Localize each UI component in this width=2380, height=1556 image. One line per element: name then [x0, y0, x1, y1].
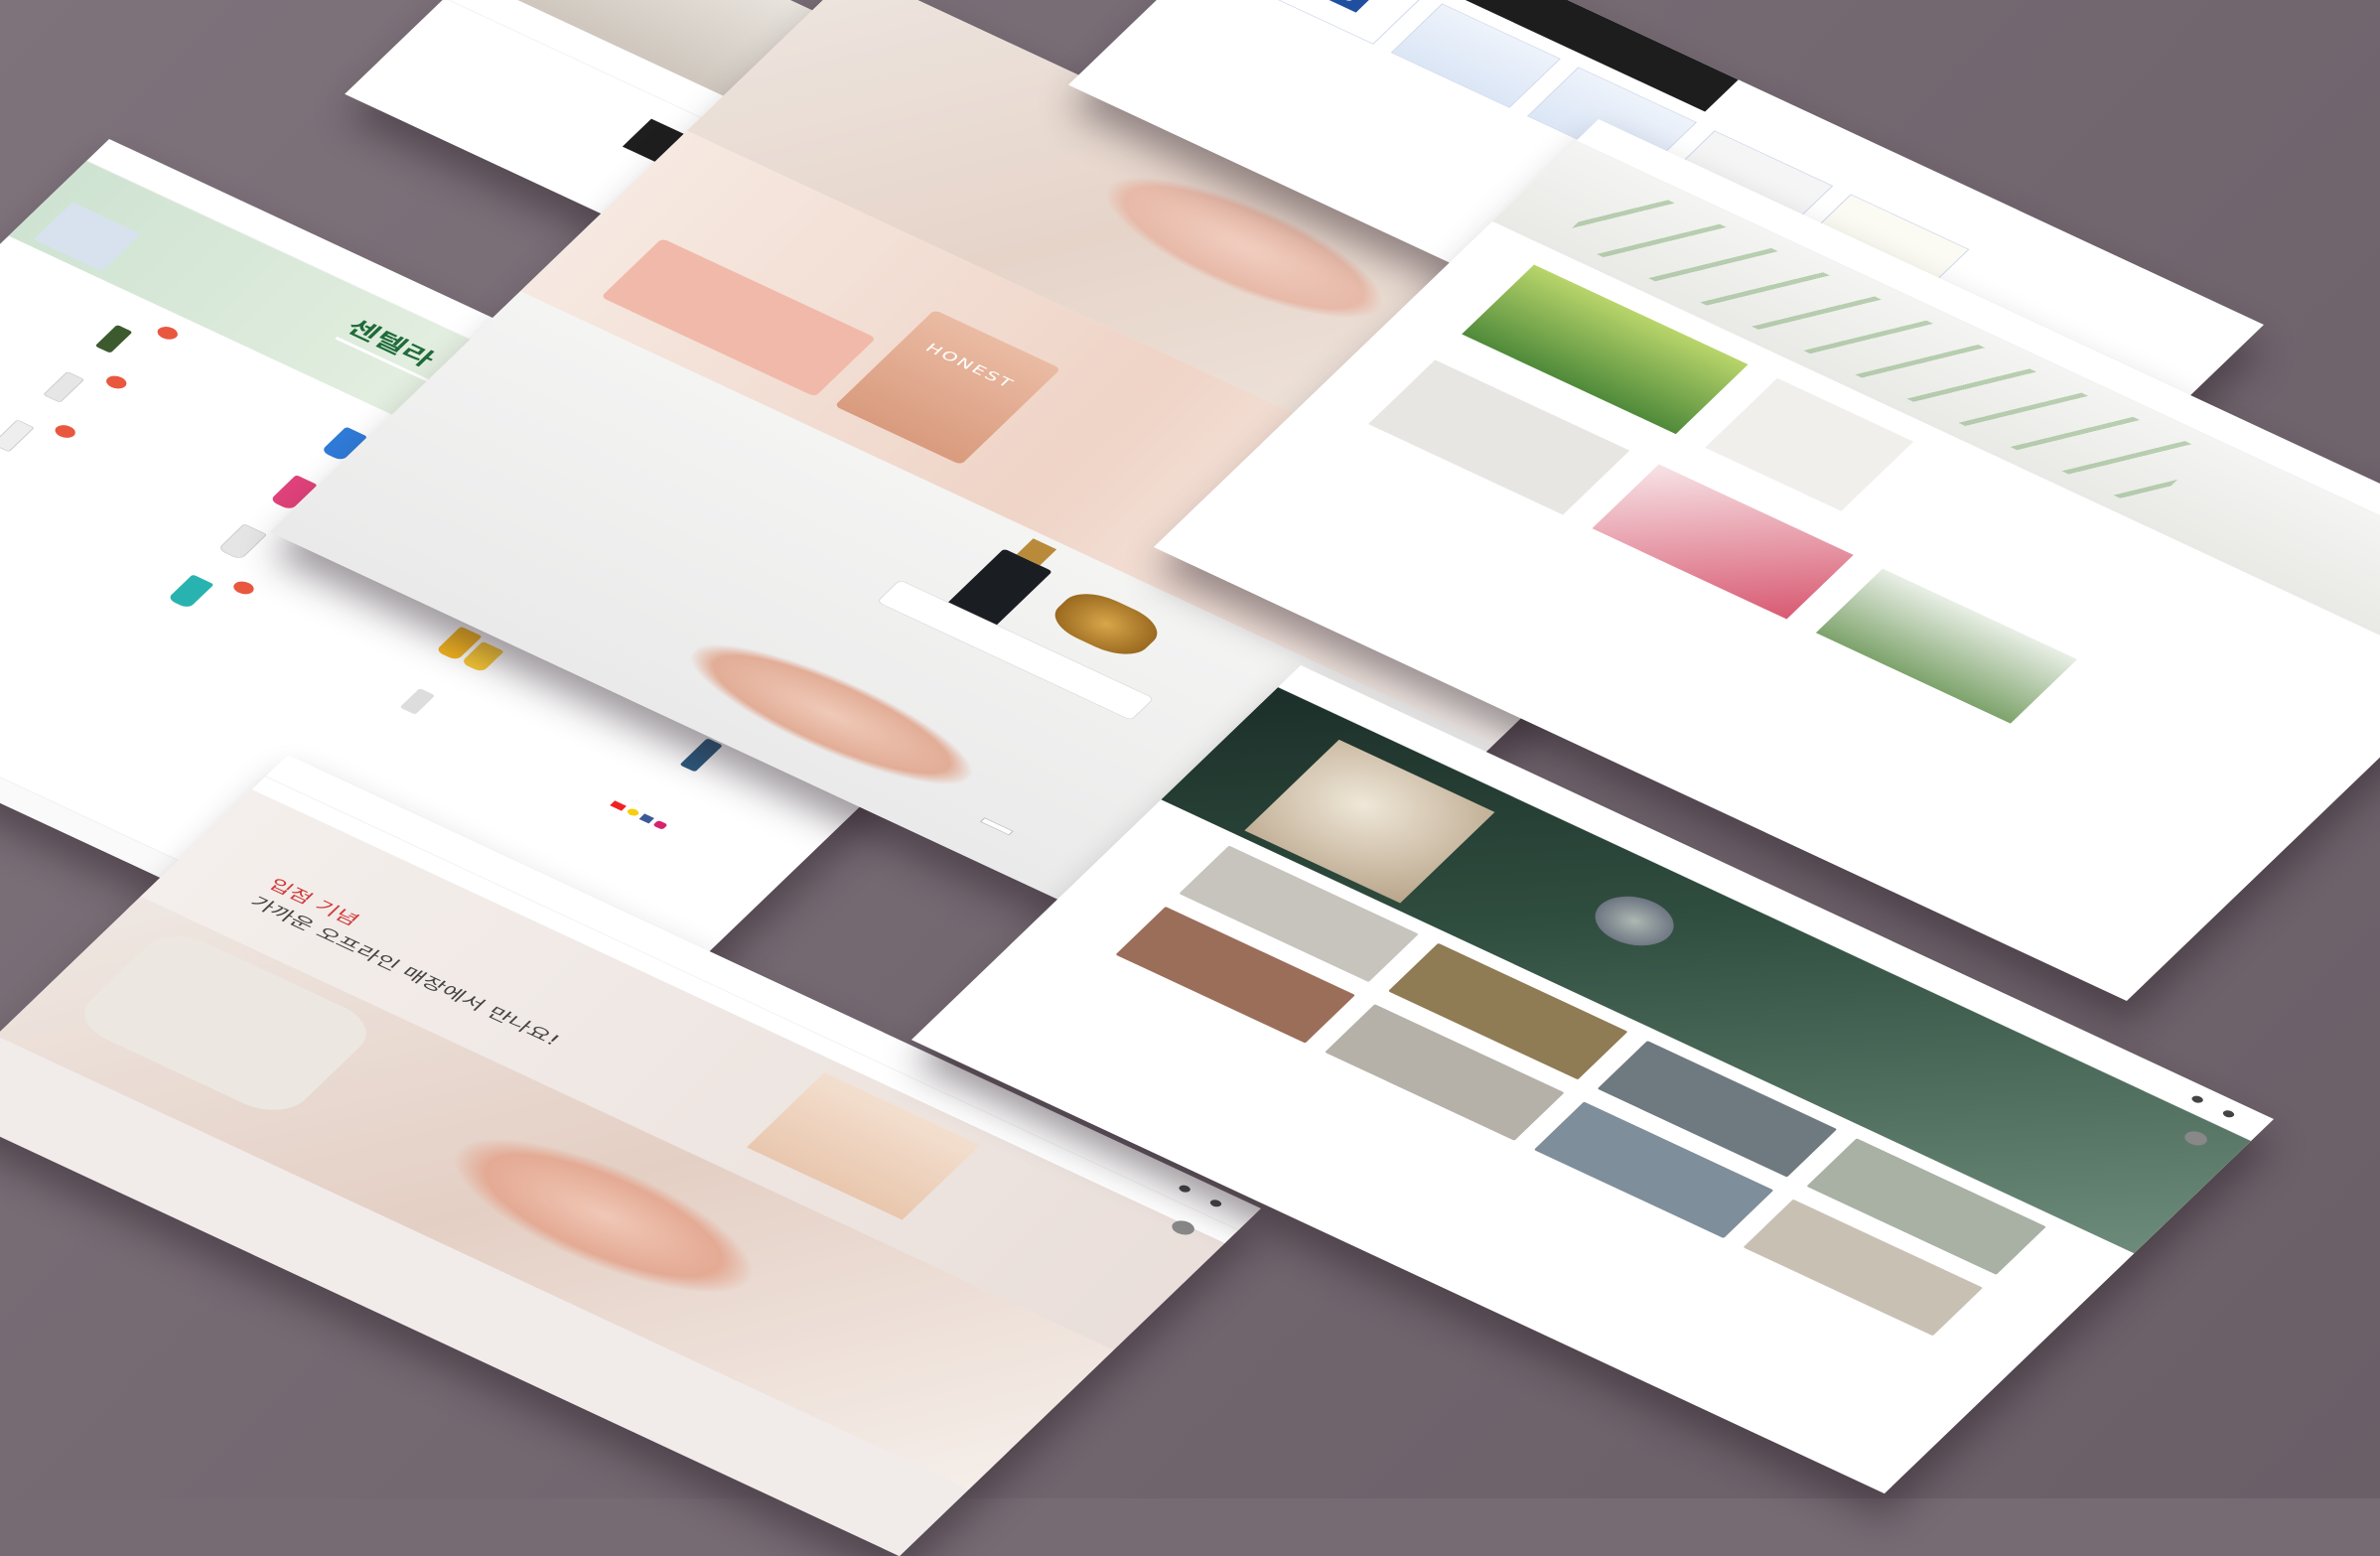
- instagram-icon[interactable]: [652, 819, 668, 830]
- iso-certificate[interactable]: ISO: [1254, 0, 1425, 45]
- gold-ornament: [1043, 585, 1170, 663]
- more-button[interactable]: [979, 817, 1014, 836]
- mockup-scene: 센텔라 에센셜 HONEST 입점 기념 가까운 오프라인 매장에서 만나요!: [0, 0, 2380, 1556]
- iso-logo: ISO: [1306, 0, 1373, 13]
- banner-thumb-left: [33, 202, 141, 272]
- sale-badge: [52, 422, 80, 441]
- search-icon[interactable]: [2189, 1094, 2205, 1105]
- kakao-icon[interactable]: [626, 807, 641, 818]
- sale-badge: [229, 578, 258, 597]
- cart-icon[interactable]: [2220, 1108, 2237, 1119]
- search-icon[interactable]: [1177, 1184, 1192, 1195]
- bubble-image: [1581, 886, 1689, 956]
- sale-badge: [154, 324, 183, 343]
- facebook-icon[interactable]: [638, 813, 655, 824]
- honest-bottle: HONEST: [834, 309, 1061, 466]
- cart-icon[interactable]: [1207, 1198, 1224, 1208]
- youtube-icon[interactable]: [610, 800, 628, 811]
- bottle-brand-label: HONEST: [921, 341, 1019, 392]
- sale-badge: [102, 373, 131, 392]
